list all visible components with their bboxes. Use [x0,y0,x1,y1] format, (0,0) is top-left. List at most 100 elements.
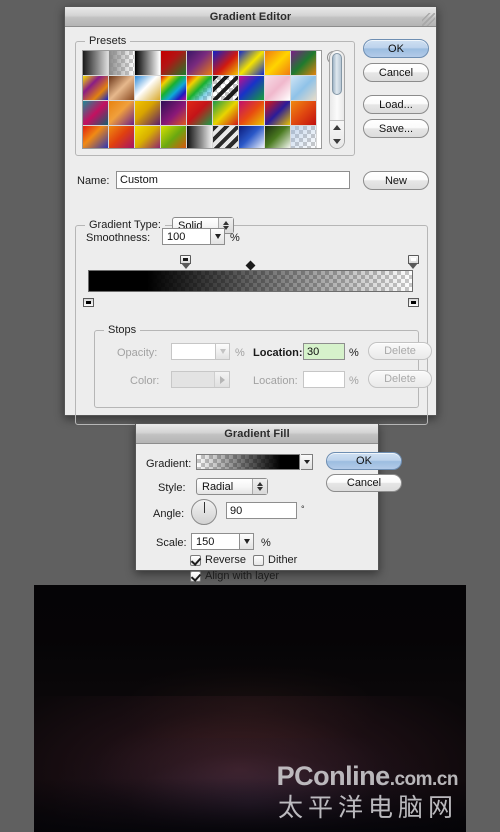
save-button[interactable]: Save... [363,119,429,138]
fill-gradient-swatch[interactable] [196,454,300,470]
presets-scroll-arrows[interactable] [330,120,344,148]
opacity-value[interactable] [171,343,215,360]
preset-swatch[interactable] [135,101,161,126]
preset-swatch[interactable] [265,51,291,76]
preset-swatch[interactable] [239,126,265,148]
scale-chevron-down-icon[interactable] [239,533,254,550]
fill-angle-input[interactable]: 90 [226,502,297,519]
name-label: Name: [77,175,110,187]
new-button[interactable]: New [363,171,429,190]
resize-grip[interactable] [422,13,435,26]
preset-swatch[interactable] [265,101,291,126]
fill-scale-value[interactable]: 150 [191,533,239,550]
color-label: Color: [130,375,160,387]
opacity-stop-marker[interactable] [180,255,191,270]
scroll-up-arrow-icon[interactable] [333,125,341,130]
fill-angle-value: 90 [230,504,243,517]
angle-dial[interactable] [191,499,217,525]
preset-swatch[interactable] [213,76,239,101]
fill-cancel-button[interactable]: Cancel [326,474,402,492]
preset-swatch[interactable] [213,101,239,126]
preset-swatch[interactable] [265,126,291,148]
presets-scroll-thumb[interactable] [332,53,342,95]
preset-swatch[interactable] [239,76,265,101]
opacity-stop-marker[interactable] [407,255,419,270]
preset-swatch[interactable] [109,51,135,76]
preset-swatch[interactable] [161,101,187,126]
opacity-input[interactable] [171,343,230,360]
preset-swatch[interactable] [83,101,109,126]
name-input[interactable]: Custom [116,171,350,189]
style-chevron-updown-icon[interactable] [252,479,267,494]
color-location-input[interactable] [303,371,345,388]
preset-swatch[interactable] [187,101,213,126]
preset-swatch[interactable] [291,51,317,76]
name-input-value: Custom [120,174,158,186]
cancel-button-label: Cancel [378,66,414,79]
align-checkbox-box[interactable] [190,570,201,582]
gradient-preview-bar[interactable] [82,255,419,307]
preset-swatch-well[interactable] [82,50,322,149]
scroll-down-arrow-icon[interactable] [333,139,341,144]
color-stop-marker[interactable] [407,292,419,307]
load-button[interactable]: Load... [363,95,429,114]
gradient-midpoint-marker[interactable] [245,260,256,271]
preset-swatch[interactable] [213,126,239,148]
preset-swatch[interactable] [291,76,317,101]
color-delete-button[interactable]: Delete [368,370,432,388]
preset-swatch[interactable] [83,76,109,101]
smoothness-value[interactable]: 100 [162,228,210,245]
fill-scale-unit: % [261,537,271,549]
preset-swatch-fill [213,76,238,100]
preset-swatch[interactable] [109,76,135,101]
gradient-fill-titlebar[interactable]: Gradient Fill [136,424,378,444]
align-with-layer-checkbox[interactable]: Align with layer [190,570,279,582]
reverse-checkbox[interactable]: Reverse [190,554,246,566]
preset-swatch[interactable] [161,126,187,148]
preset-swatch[interactable] [161,76,187,101]
preset-swatch[interactable] [239,101,265,126]
preset-swatch[interactable] [135,126,161,148]
color-stop-marker[interactable] [82,292,94,307]
fill-gradient-chevron-down-icon[interactable] [301,454,313,470]
preset-swatch[interactable] [187,126,213,148]
preset-swatch[interactable] [135,51,161,76]
dither-checkbox[interactable]: Dither [253,554,297,566]
preset-swatch[interactable] [83,51,109,76]
preset-swatch[interactable] [291,126,317,148]
color-swatch-button[interactable] [171,371,230,388]
preset-swatch[interactable] [265,76,291,101]
preset-swatch[interactable] [187,51,213,76]
preset-swatch[interactable] [187,76,213,101]
fill-ok-button[interactable]: OK [326,452,402,470]
preset-swatch[interactable] [109,101,135,126]
opacity-location-input[interactable]: 30 [303,343,345,360]
preset-swatch[interactable] [213,51,239,76]
gradient-editor-titlebar[interactable]: Gradient Editor [65,7,436,27]
dither-checkbox-box[interactable] [253,554,264,566]
presets-scrollbar[interactable] [329,50,345,149]
opacity-delete-button[interactable]: Delete [368,342,432,360]
fill-style-select[interactable]: Radial [196,478,268,495]
fill-scale-label: Scale: [156,537,187,549]
preset-swatch[interactable] [161,51,187,76]
preset-swatch[interactable] [83,126,109,148]
opacity-chevron-down-icon[interactable] [215,343,230,360]
reverse-checkbox-box[interactable] [190,554,201,566]
gradient-preview-swatch[interactable] [88,270,413,292]
presets-group: Presets [75,35,355,156]
gradient-type-group: Gradient Type: Solid Smoothness: 100 % S… [75,217,432,425]
fill-angle-unit: ° [301,504,305,514]
preset-swatch[interactable] [239,51,265,76]
color-arrow-icon[interactable] [214,372,229,387]
smoothness-input[interactable]: 100 [162,228,225,245]
gradient-preview-fill [89,271,412,291]
ok-button[interactable]: OK [363,39,429,58]
fill-scale-input[interactable]: 150 [191,533,254,550]
preset-swatch-grid[interactable] [83,51,321,148]
preset-swatch[interactable] [291,101,317,126]
cancel-button[interactable]: Cancel [363,63,429,82]
preset-swatch[interactable] [135,76,161,101]
preset-swatch[interactable] [109,126,135,148]
chevron-down-icon[interactable] [210,228,225,245]
